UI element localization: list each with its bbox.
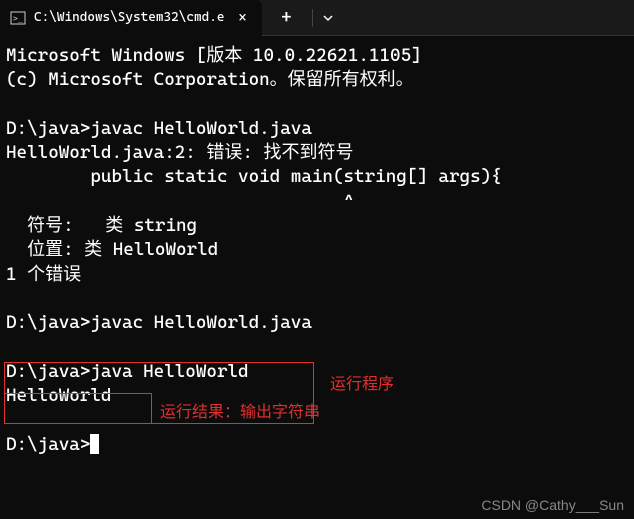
output-line: 位置: 类 HelloWorld	[6, 239, 218, 260]
cmd-icon: >_	[10, 10, 26, 26]
annotation-run-program: 运行程序	[330, 370, 394, 394]
cursor	[90, 434, 99, 454]
output-line: Microsoft Windows [版本 10.0.22621.1105]	[6, 45, 422, 66]
prompt-line: D:\java>	[6, 434, 90, 455]
output-line: ^	[6, 191, 354, 212]
svg-text:>_: >_	[13, 14, 23, 23]
output-line: 符号: 类 string	[6, 215, 197, 236]
close-tab-button[interactable]: ×	[232, 8, 252, 28]
titlebar: >_ C:\Windows\System32\cmd.e × +	[0, 0, 634, 36]
tab-dropdown-button[interactable]	[313, 0, 343, 36]
output-line: (c) Microsoft Corporation。保留所有权利。	[6, 69, 414, 90]
output-line: D:\java>javac HelloWorld.java	[6, 312, 312, 333]
new-tab-button[interactable]: +	[268, 0, 304, 36]
output-line: D:\java>javac HelloWorld.java	[6, 118, 312, 139]
output-line: HelloWorld.java:2: 错误: 找不到符号	[6, 142, 353, 163]
tab-title: C:\Windows\System32\cmd.e	[34, 10, 224, 25]
output-line: 1 个错误	[6, 264, 81, 285]
annotation-output-result: 运行结果：输出字符串	[160, 398, 320, 422]
output-line: public static void main(string[] args){	[6, 166, 502, 187]
watermark: CSDN @Cathy___Sun	[481, 497, 624, 513]
output-line: D:\java>java HelloWorld	[6, 361, 249, 382]
active-tab[interactable]: >_ C:\Windows\System32\cmd.e ×	[0, 0, 262, 36]
output-line: HelloWorld	[6, 385, 111, 406]
